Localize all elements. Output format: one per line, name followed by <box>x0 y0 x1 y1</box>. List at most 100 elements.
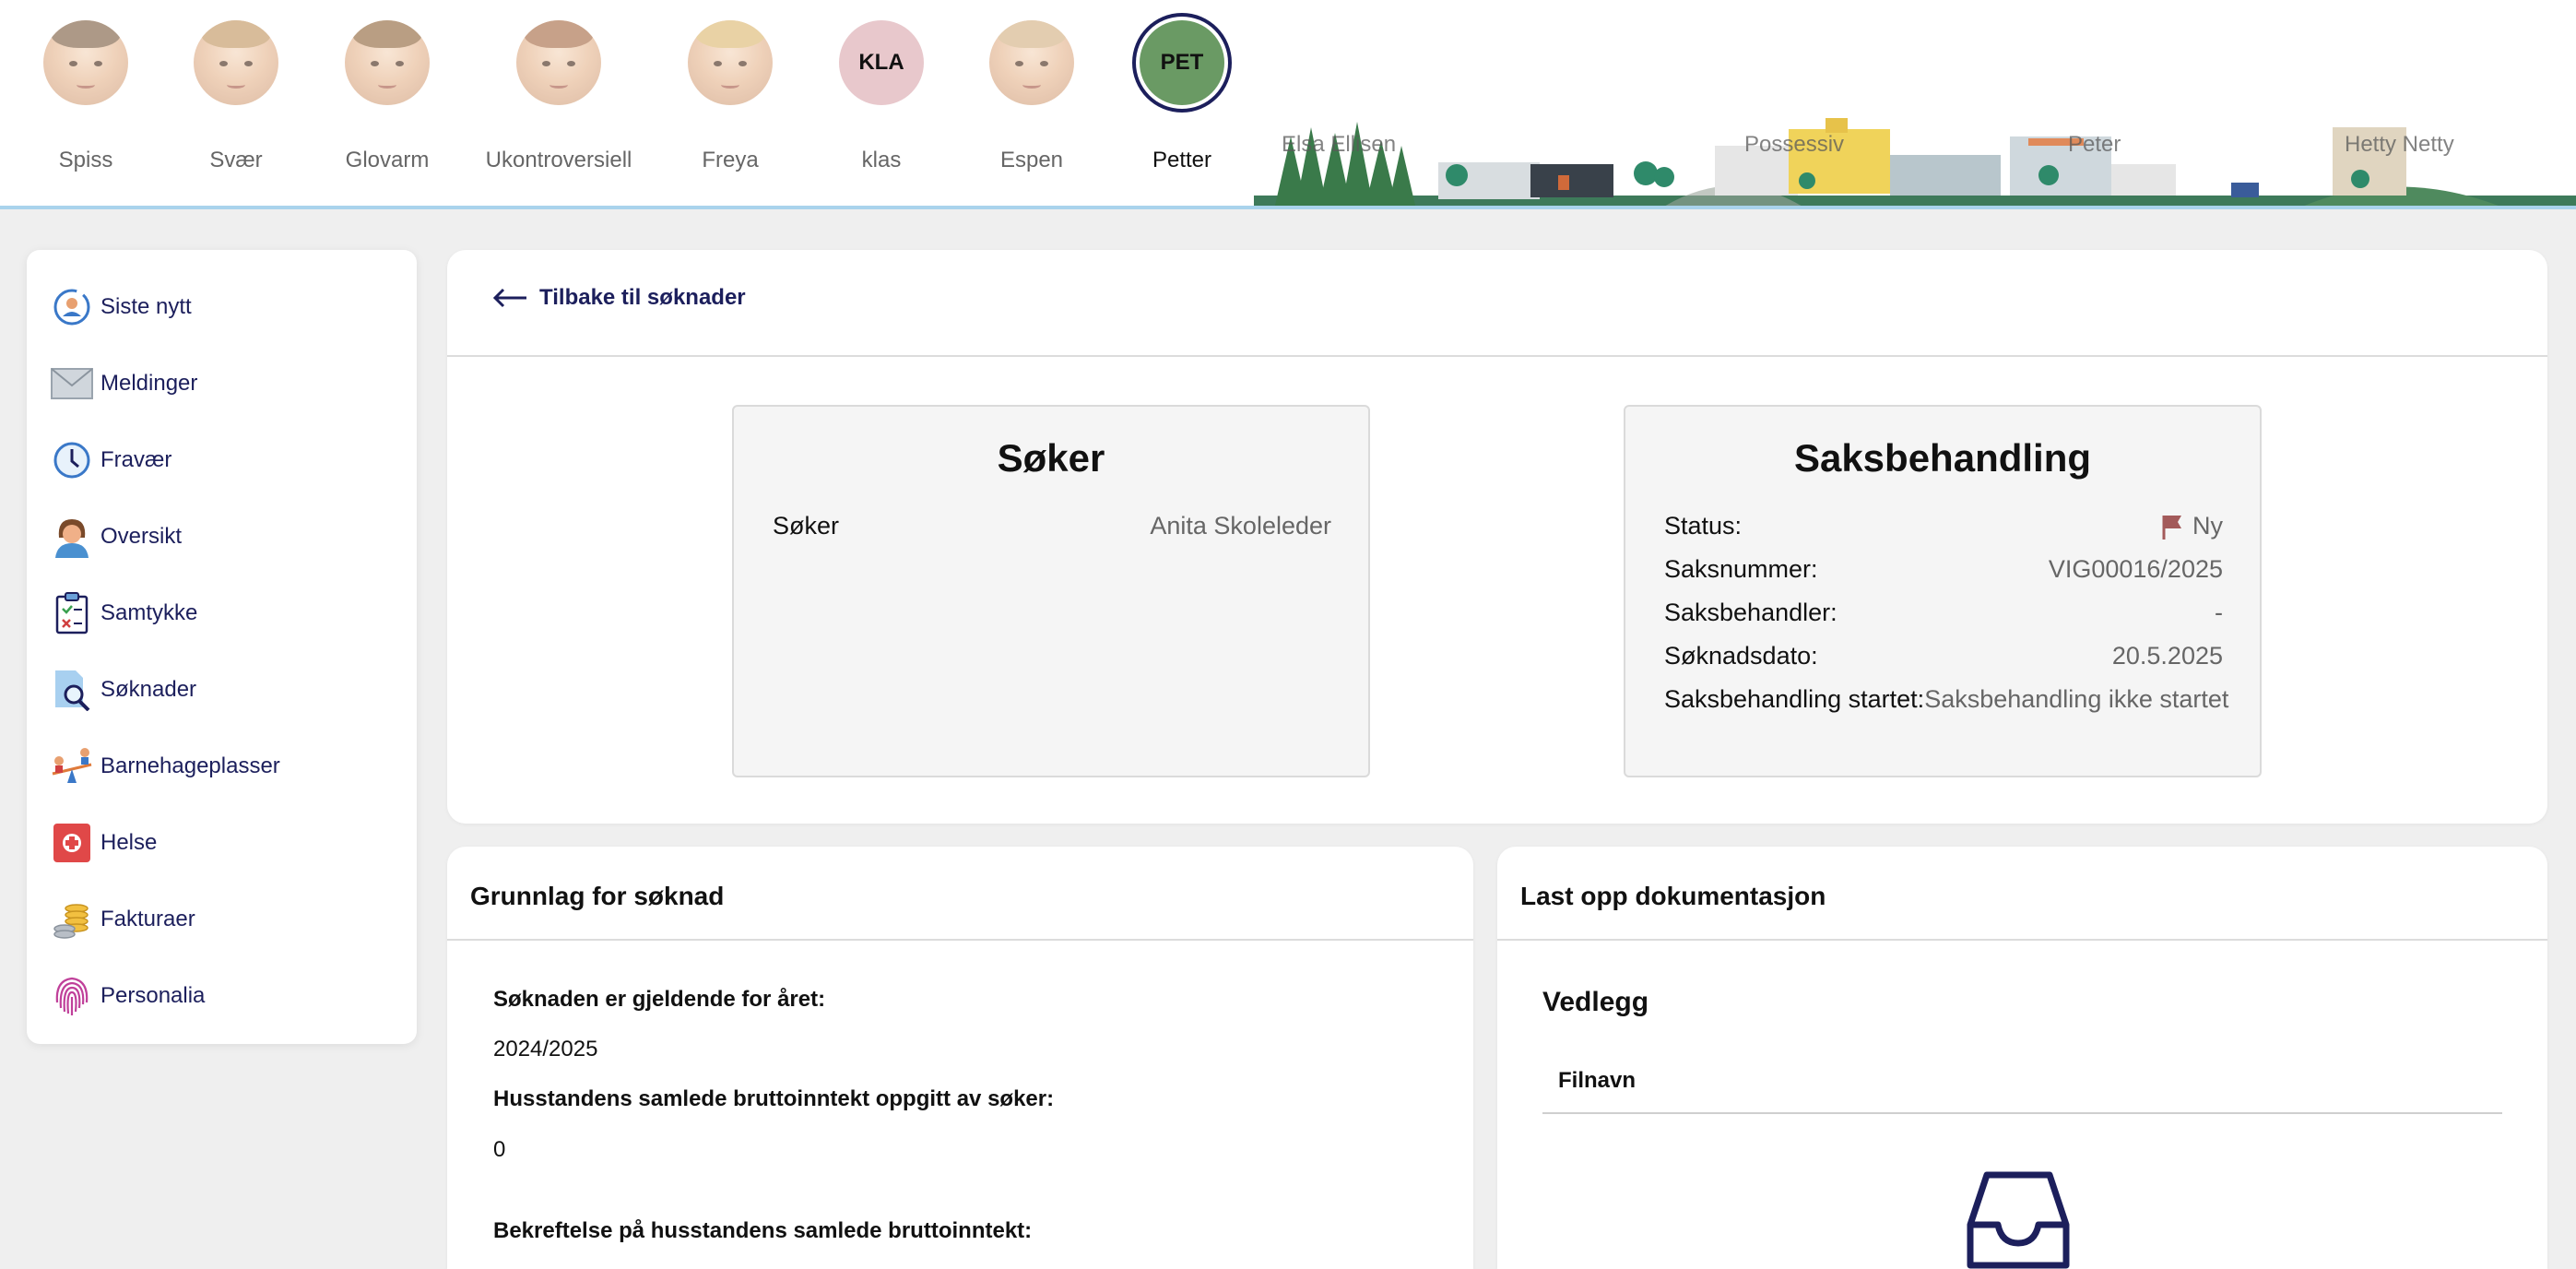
status-label: Status: <box>1664 512 1743 540</box>
child-initials: PET <box>1140 20 1224 105</box>
child-name: Ukontroversiell <box>485 148 632 172</box>
sidebar-item-fravaer[interactable]: Fravær <box>27 421 417 498</box>
sidebar-item-label: Fakturaer <box>100 906 195 931</box>
card-divider <box>1497 939 2547 941</box>
year-label: Søknaden er gjeldende for året: <box>493 987 826 1012</box>
application-details-card: Tilbake til søknader Søker Søker Anita S… <box>447 250 2547 824</box>
application-date-row: Søknadsdato: 20.5.2025 <box>1664 634 2223 678</box>
application-date-label: Søknadsdato: <box>1664 642 1818 670</box>
income-label: Husstandens samlede bruttoinntekt oppgit… <box>493 1086 1055 1111</box>
processing-started-row: Saksbehandling startet: Saksbehandling i… <box>1664 678 2228 721</box>
envelope-icon <box>51 362 93 405</box>
attachments-heading: Vedlegg <box>1542 987 1649 1017</box>
sidebar-item-personalia[interactable]: Personalia <box>27 957 417 1034</box>
child-avatar-espen[interactable]: Espen <box>944 20 1119 173</box>
child-avatar-petter[interactable]: PET Petter <box>1094 20 1270 173</box>
sidebar-item-label: Fravær <box>100 446 172 472</box>
sidebar-item-label: Meldinger <box>100 370 198 396</box>
sidebar-item-label: Helse <box>100 829 158 855</box>
child-avatar-freya[interactable]: Freya <box>643 20 818 173</box>
coins-icon <box>51 898 93 941</box>
empty-inbox-icon <box>1967 1171 2070 1269</box>
back-to-applications-link[interactable]: Tilbake til søknader <box>491 285 746 311</box>
sidebar-item-fakturaer[interactable]: Fakturaer <box>27 881 417 957</box>
income-confirmation-label: Bekreftelse på husstandens samlede brutt… <box>493 1218 1033 1243</box>
child-name: Glovarm <box>345 148 430 172</box>
child-name: Svær <box>209 148 263 172</box>
child-photo <box>688 20 773 105</box>
sidebar-item-soknader[interactable]: Søknader <box>27 651 417 728</box>
child-photo <box>43 20 128 105</box>
children-bar: Spiss Svær Glovarm Ukontroversiell Freya… <box>0 0 2576 209</box>
case-processing-box: Saksbehandling Status: Ny Saksnummer: VI… <box>1624 405 2262 777</box>
case-number-value: VIG00016/2025 <box>2048 555 2223 583</box>
processing-started-value: Saksbehandling ikke startet <box>1924 685 2229 713</box>
child-avatar-glovarm[interactable]: Glovarm <box>300 20 475 173</box>
income-value: 0 <box>493 1137 506 1162</box>
header-divider <box>447 355 2547 357</box>
person-icon <box>51 516 93 558</box>
child-photo <box>989 20 1074 105</box>
child-name: Espen <box>999 148 1064 172</box>
sidebar-item-siste-nytt[interactable]: Siste nytt <box>27 268 417 345</box>
status-row: Status: Ny <box>1664 504 2223 548</box>
applicant-value: Anita Skoleleder <box>1150 512 1331 540</box>
clock-icon <box>51 439 93 481</box>
child-name: klas <box>861 148 902 172</box>
child-name: Freya <box>702 148 759 172</box>
case-handler-label: Saksbehandler: <box>1664 599 1837 626</box>
sidebar-item-label: Barnehageplasser <box>100 753 280 778</box>
sidebar-item-meldinger[interactable]: Meldinger <box>27 345 417 421</box>
child-avatar-klas[interactable]: KLA klas <box>794 20 969 173</box>
arrow-left-icon <box>492 288 526 308</box>
filename-column-header[interactable]: Filnavn <box>1558 1068 1636 1094</box>
sidebar-item-label: Samtykke <box>100 599 198 625</box>
sidebar-item-samtykke[interactable]: Samtykke <box>27 575 417 651</box>
processing-started-label: Saksbehandling startet: <box>1664 685 1925 713</box>
seesaw-icon <box>51 745 93 788</box>
sidebar-item-label: Siste nytt <box>100 293 192 319</box>
child-name-possessiv[interactable]: Possessiv <box>1744 132 1844 158</box>
child-initials: KLA <box>839 20 924 105</box>
applicant-title: Søker <box>997 436 1105 480</box>
applicant-label: Søker <box>773 512 840 540</box>
application-date-value: 20.5.2025 <box>2111 642 2223 670</box>
case-handler-value: - <box>2215 599 2223 626</box>
child-avatar-ukontroversiell[interactable]: Ukontroversiell <box>471 20 646 173</box>
child-name: Spiss <box>58 148 113 172</box>
child-name: Petter <box>1152 148 1212 172</box>
clipboard-icon <box>51 591 93 634</box>
child-avatar-svaer[interactable]: Svær <box>148 20 324 173</box>
sidebar-item-label: Søknader <box>100 676 197 702</box>
child-name-hetty[interactable]: Hetty Netty <box>2345 132 2454 158</box>
child-name-elsa[interactable]: Elsa Ellisen <box>1282 132 1396 158</box>
table-header-divider <box>1542 1112 2502 1114</box>
case-handler-row: Saksbehandler: - <box>1664 591 2223 634</box>
applicant-box: Søker Søker Anita Skoleleder <box>732 405 1370 777</box>
child-name-peter[interactable]: Peter <box>2068 132 2121 158</box>
child-photo <box>516 20 601 105</box>
year-value: 2024/2025 <box>493 1037 598 1061</box>
case-number-row: Saksnummer: VIG00016/2025 <box>1664 548 2223 591</box>
flag-icon <box>2162 515 2181 540</box>
card-divider <box>447 939 1473 941</box>
sidebar-item-barnehageplasser[interactable]: Barnehageplasser <box>27 728 417 804</box>
first-aid-icon <box>51 822 93 864</box>
applicant-row: Søker Anita Skoleleder <box>773 504 1331 548</box>
sidebar-item-label: Oversikt <box>100 523 183 549</box>
document-search-icon <box>51 669 93 711</box>
sidebar-item-helse[interactable]: Helse <box>27 804 417 881</box>
application-basis-title: Grunnlag for søknad <box>470 882 725 910</box>
case-number-label: Saksnummer: <box>1664 555 1818 583</box>
child-photo <box>345 20 430 105</box>
case-processing-title: Saksbehandling <box>1793 436 2092 480</box>
fingerprint-icon <box>51 975 93 1017</box>
upload-documentation-card: Last opp dokumentasjon Vedlegg Filnavn <box>1497 847 2547 1269</box>
news-icon <box>51 286 93 328</box>
upload-title: Last opp dokumentasjon <box>1520 882 1826 910</box>
status-value: Ny <box>2192 512 2223 540</box>
back-link-label: Tilbake til søknader <box>539 285 746 310</box>
application-basis-card: Grunnlag for søknad Søknaden er gjeldend… <box>447 847 1473 1269</box>
sidebar-item-oversikt[interactable]: Oversikt <box>27 498 417 575</box>
child-avatar-spiss[interactable]: Spiss <box>0 20 173 173</box>
